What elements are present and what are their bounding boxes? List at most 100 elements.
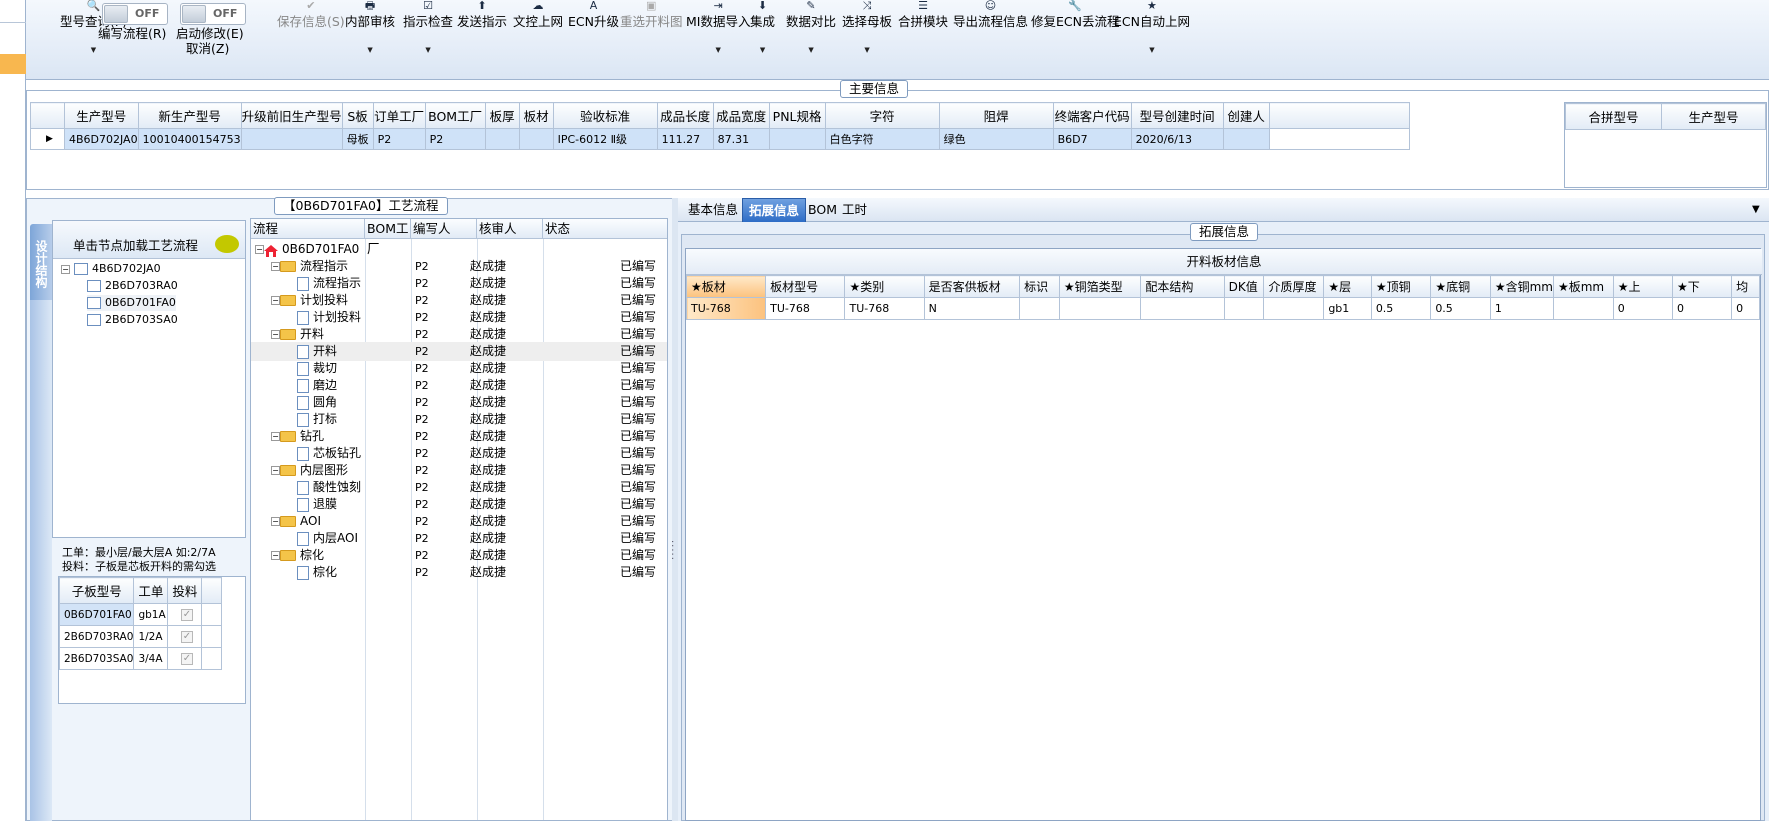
material-cell[interactable]	[1019, 297, 1060, 320]
material-col-header[interactable]: ★类别	[844, 275, 925, 298]
material-col-header[interactable]: ★铜箔类型	[1058, 275, 1142, 298]
main-col-header[interactable]: 创建人	[1222, 102, 1270, 129]
main-cell[interactable]: 87.31	[712, 128, 770, 150]
sub-order-cell[interactable]: 1/2A	[133, 625, 169, 648]
material-cell[interactable]: TU-768	[765, 297, 846, 320]
material-cell[interactable]	[1223, 297, 1265, 320]
main-cell[interactable]: 母板	[341, 128, 374, 150]
main-col-header[interactable]: S板	[341, 102, 374, 129]
main-cell[interactable]: 白色字符	[824, 128, 940, 150]
material-cell[interactable]: 0	[1671, 297, 1733, 320]
sub-order-cell[interactable]: 3/4A	[133, 647, 169, 670]
main-cell[interactable]	[518, 128, 554, 150]
flow-col-header[interactable]: 状态	[543, 219, 667, 239]
tree-node[interactable]: − 4B6D702JA0	[61, 261, 161, 277]
main-col-header[interactable]: 成品宽度	[712, 102, 770, 129]
material-cell[interactable]	[1140, 297, 1225, 320]
main-cell[interactable]: 111.27	[656, 128, 714, 150]
chevron-down-icon[interactable]: ▼	[60, 44, 127, 56]
main-cell[interactable]: P2	[424, 128, 486, 150]
tab-4[interactable]: 工时	[836, 198, 873, 222]
main-cell[interactable]	[240, 128, 343, 150]
sub-model-cell[interactable]: 2B6D703RA0	[58, 625, 135, 648]
main-cell[interactable]: 10010400154753	[137, 128, 242, 150]
material-cell[interactable]	[1058, 297, 1142, 320]
feed-checkbox[interactable]: ✓	[180, 653, 193, 665]
collapse-icon[interactable]: −	[271, 551, 280, 560]
sub-order-cell[interactable]: gb1A	[133, 603, 169, 626]
material-cell[interactable]: 0.5	[1370, 297, 1432, 320]
material-col-header[interactable]: 配本结构	[1140, 275, 1225, 298]
main-col-header[interactable]: 订单工厂	[372, 102, 426, 129]
main-cell[interactable]: P2	[372, 128, 426, 150]
material-cell[interactable]: TU-768	[844, 297, 925, 320]
main-col-header[interactable]: 验收标准	[552, 102, 658, 129]
main-col-header[interactable]: 字符	[824, 102, 940, 129]
main-col-header[interactable]: 成品长度	[656, 102, 714, 129]
toolbar-download-button[interactable]: ⬇ 集成 ▼	[750, 0, 775, 70]
material-cell[interactable]: 0.5	[1430, 297, 1491, 320]
main-cell[interactable]: 4B6D702JA0	[64, 128, 139, 150]
collapse-icon[interactable]: −	[271, 296, 280, 305]
toolbar-shuffle-button[interactable]: ⤨ 选择母板 ▼	[842, 0, 892, 70]
toolbar-import-button[interactable]: ⇥ MI数据导入 ▼	[686, 0, 750, 70]
material-cell[interactable]: gb1	[1323, 297, 1372, 320]
main-cell[interactable]: 绿色	[938, 128, 1054, 150]
main-col-header[interactable]: 板材	[518, 102, 554, 129]
main-col-header[interactable]: PNL规格	[768, 102, 826, 129]
main-col-header[interactable]: BOM工厂	[424, 102, 486, 129]
toolbar-list-button[interactable]: ☰ 合拼模块	[898, 0, 948, 70]
feed-checkbox[interactable]: ✓	[180, 609, 193, 621]
material-cell[interactable]: 0	[1612, 297, 1673, 320]
material-col-header[interactable]: 均	[1731, 275, 1760, 298]
material-col-header[interactable]: DK值	[1223, 275, 1265, 298]
material-cell[interactable]	[1552, 297, 1614, 320]
toggle-switch[interactable]: OFF	[102, 3, 168, 25]
material-col-header[interactable]: ★底铜	[1430, 275, 1491, 298]
feed-checkbox[interactable]: ✓	[180, 631, 193, 643]
flow-node[interactable]: 棕化	[297, 563, 337, 582]
material-col-header[interactable]: ★层	[1323, 275, 1372, 298]
cancel-label[interactable]: 取消(Z)	[186, 41, 229, 57]
flow-col-header[interactable]: 编写人	[411, 219, 477, 239]
sub-feed-cell[interactable]: ✓	[167, 625, 203, 648]
material-col-header[interactable]: ★板材	[685, 275, 767, 298]
tab-menu-arrow-icon[interactable]: ▼	[1752, 204, 1760, 215]
main-cell[interactable]: B6D7	[1052, 128, 1132, 150]
sub-row[interactable]: 2B6D703RA0 1/2A ✓	[58, 625, 223, 648]
toolbar-wrench-button[interactable]: 🔧 修复ECN丢流程	[1031, 0, 1119, 70]
main-cell[interactable]	[484, 128, 520, 150]
material-col-header[interactable]: ★上	[1612, 275, 1673, 298]
material-row[interactable]: TU-768 TU-768 TU-768 Ngb1 0.5 0.5 1 0 0 0	[685, 297, 1760, 320]
main-col-header[interactable]: 型号创建时间	[1130, 102, 1224, 129]
material-col-header[interactable]: ★下	[1671, 275, 1733, 298]
main-col-header[interactable]: 板厚	[484, 102, 520, 129]
chevron-down-icon[interactable]: ▼	[750, 44, 775, 56]
collapse-icon[interactable]: −	[271, 466, 280, 475]
chevron-down-icon[interactable]: ▼	[842, 44, 892, 56]
main-col-header[interactable]: 终端客户代码	[1052, 102, 1132, 129]
material-col-header[interactable]: 是否客供板材	[923, 275, 1021, 298]
main-col-header[interactable]: 生产型号	[64, 102, 139, 129]
toolbar-font-button[interactable]: A ECN升级	[568, 0, 619, 70]
chevron-down-icon[interactable]: ▼	[1114, 44, 1190, 56]
tree-node[interactable]: 2B6D703RA0	[87, 278, 178, 294]
sub-feed-cell[interactable]: ✓	[167, 603, 203, 626]
collapse-icon[interactable]: −	[61, 264, 70, 274]
toolbar-cloud-button[interactable]: ☁ 文控上网	[513, 0, 563, 70]
splitter-grip-icon[interactable]: ·····	[666, 540, 677, 561]
chevron-down-icon[interactable]: ▼	[786, 44, 836, 56]
sub-col-header[interactable]: 投料	[167, 577, 203, 604]
material-cell[interactable]: N	[923, 297, 1021, 320]
tab-2[interactable]: 拓展信息	[742, 198, 807, 222]
flow-col-header[interactable]: BOM工厂	[365, 219, 411, 256]
material-cell[interactable]: TU-768	[685, 297, 767, 320]
main-cell[interactable]	[1222, 128, 1270, 150]
main-col-header[interactable]: 新生产型号	[137, 102, 242, 129]
toggle-switch[interactable]: OFF	[180, 3, 246, 25]
material-cell[interactable]	[1263, 297, 1325, 320]
flow-col-header[interactable]: 流程	[251, 219, 365, 239]
main-cell[interactable]	[768, 128, 826, 150]
sub-model-cell[interactable]: 0B6D701FA0	[58, 603, 135, 626]
sub-row[interactable]: 2B6D703SA0 3/4A ✓	[58, 647, 223, 670]
